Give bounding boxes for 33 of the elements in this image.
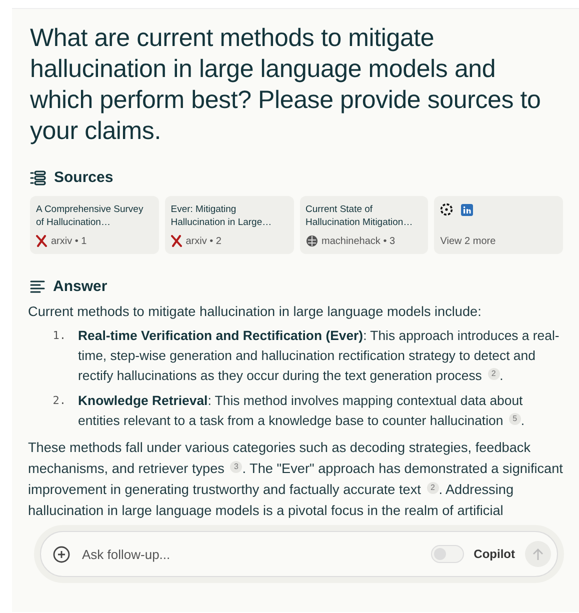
- linkedin-icon: [461, 204, 474, 216]
- source-meta: arxiv • 2: [186, 236, 222, 246]
- copilot-toggle[interactable]: [430, 545, 464, 563]
- source-card[interactable]: A Comprehensive Survey of Hallucination… arxiv • 1: [30, 196, 159, 254]
- source-title: A Comprehensive Survey of Hallucination…: [36, 203, 144, 229]
- source-title: Ever: Mitigating Hallucination in Large…: [170, 203, 273, 229]
- sources-icon: [30, 170, 46, 186]
- section-title: Answer: [53, 278, 108, 295]
- cross-icon: [170, 235, 182, 247]
- follow-up-input[interactable]: Ask follow-up...: [80, 546, 421, 562]
- globe-icon: [306, 235, 318, 247]
- list-number: 1.: [52, 328, 67, 344]
- view-more-label: View 2 more: [440, 236, 497, 247]
- list-number: 2.: [52, 393, 67, 409]
- send-button[interactable]: [525, 541, 551, 567]
- answer-paragraph: These methods fall under various categories such as decoding strategies, feedback mechanisms, and retriever types $^{3}$. The "Ever" approach has demonstrated a significant improvement in generating trustworthy and factually accurate text $^{2}$. Addressing hallucination in large language models is a pivotal focus in the realm of artificial: [28, 439, 563, 520]
- source-meta: arxiv • 1: [51, 236, 87, 246]
- answer-list-item: Knowledge Retrieval: This method involves mapping contextual data about entities relevant to a task from a knowledge base to counter hallucination $^{5}$.: [78, 392, 526, 430]
- dotted-circle-icon: [440, 203, 454, 216]
- arrow-up-icon: [532, 548, 544, 560]
- answer-paragraph: Current methods to mitigate hallucination in large language models include:: [28, 303, 482, 321]
- answer-icon: [30, 280, 45, 293]
- cross-icon: [36, 235, 47, 247]
- source-meta: machinehack • 3: [322, 236, 396, 246]
- copilot-label: Copilot: [474, 547, 515, 561]
- source-title: Current State of Hallucination Mitigation…: [306, 203, 414, 229]
- add-icon[interactable]: [53, 546, 70, 562]
- more-sources-card[interactable]: View 2 more: [434, 196, 563, 254]
- answer-list-item: Real-time Verification and Rectification (Ever): This approach introduces a real-time, step-wise generation and hallucination rectification strategy to detect and rectify hallucinations as they occur during the text generation process $^{2}$.: [78, 327, 560, 385]
- section-title: Sources: [54, 169, 114, 186]
- question-heading: What are current methods to mitigate hallucination in large language models and which perform best? Please provide sources to your claims.: [30, 23, 542, 147]
- source-card[interactable]: Current State of Hallucination Mitigation… machinehack • 3: [300, 196, 428, 254]
- source-card[interactable]: Ever: Mitigating Hallucination in Large… arxiv • 2: [164, 196, 294, 254]
